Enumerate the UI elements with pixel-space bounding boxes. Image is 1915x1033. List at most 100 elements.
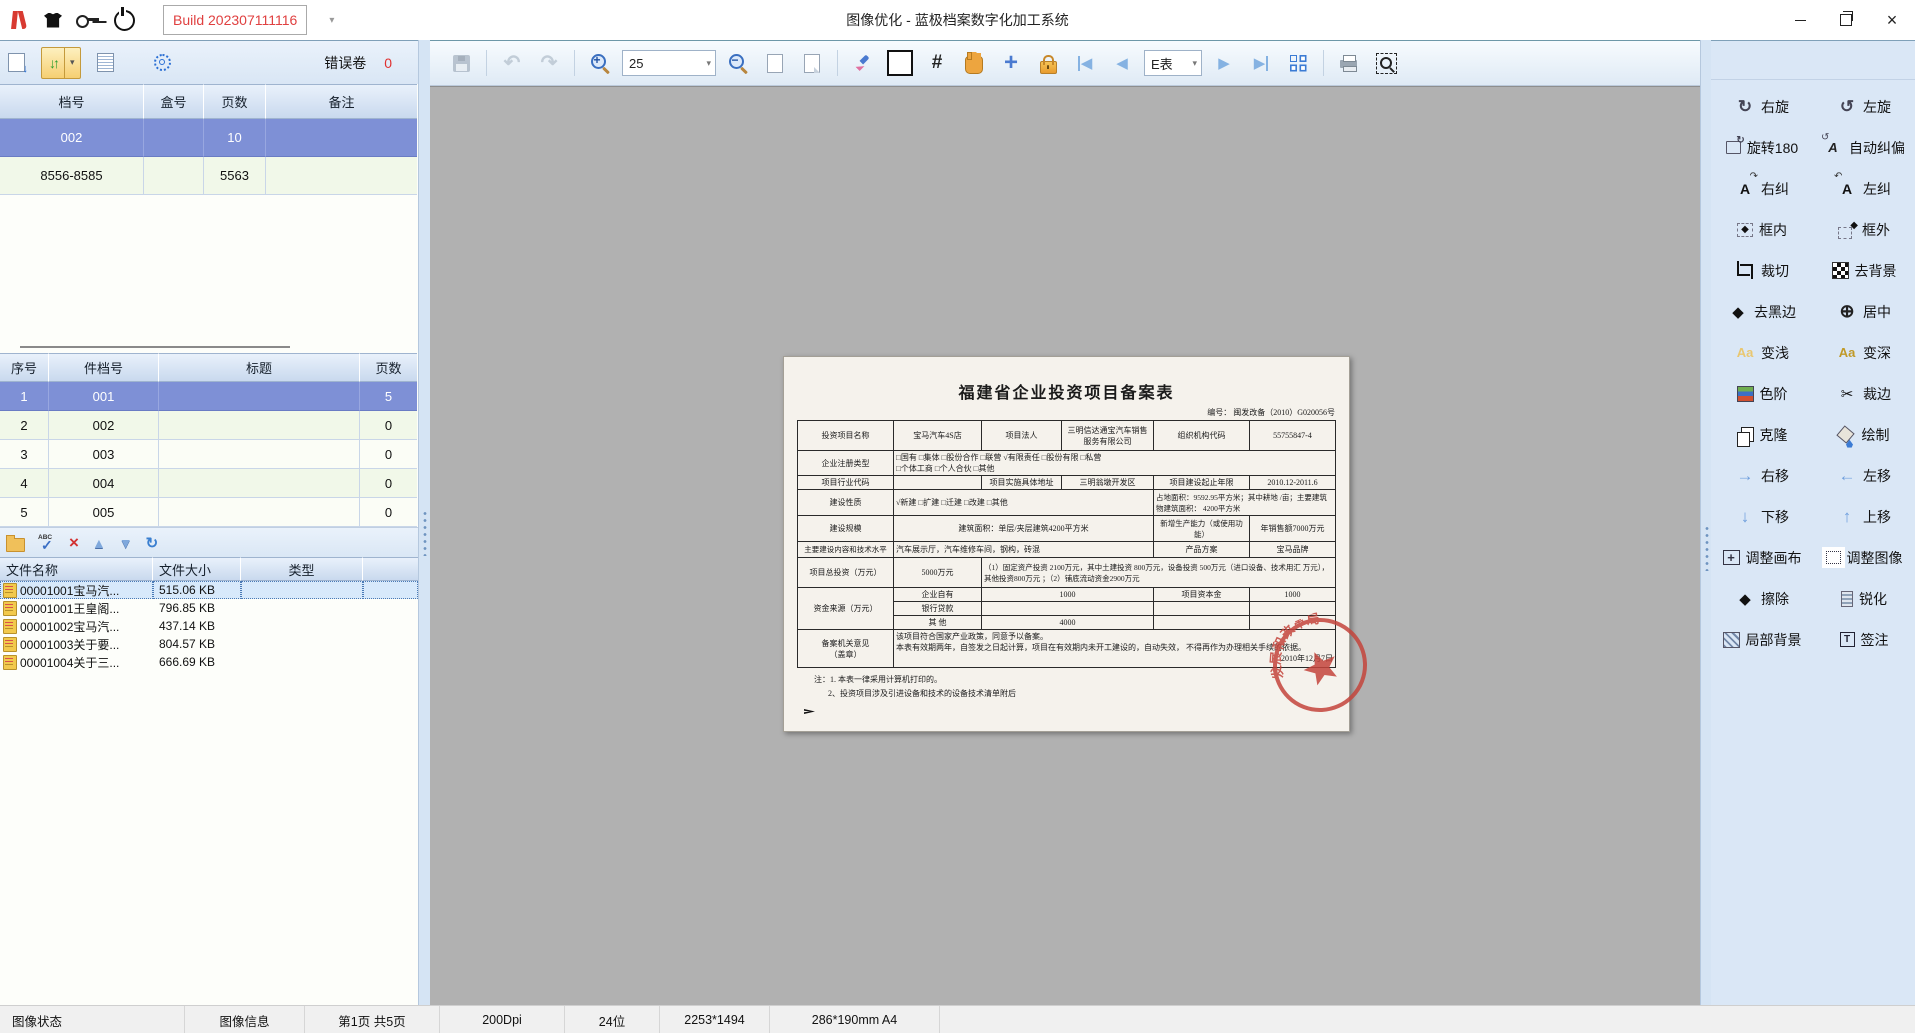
- move-right-button[interactable]: 右移: [1711, 459, 1813, 492]
- page-button[interactable]: [797, 47, 827, 79]
- settings-gear-icon[interactable]: [154, 54, 171, 71]
- new-page-button[interactable]: [760, 47, 790, 79]
- refresh-icon[interactable]: ↻: [146, 534, 159, 552]
- grid-button[interactable]: #: [922, 47, 952, 79]
- column-header[interactable]: 盒号: [144, 84, 204, 119]
- adjust-image-button[interactable]: 调整图像: [1813, 541, 1915, 574]
- move-up-button[interactable]: 上移: [1813, 500, 1915, 533]
- close-button[interactable]: ×: [1869, 0, 1915, 40]
- file-row[interactable]: 00001001王皇阁... 796.85 KB: [0, 599, 418, 617]
- minimize-button[interactable]: [1777, 0, 1823, 40]
- eyedropper-button[interactable]: [848, 47, 878, 79]
- annotate-button[interactable]: 签注: [1813, 623, 1915, 656]
- center-image-button[interactable]: 居中: [1813, 295, 1915, 328]
- verify-abc-icon[interactable]: [38, 534, 56, 552]
- zoom-in-button[interactable]: +: [585, 47, 615, 79]
- auto-deskew-button[interactable]: 自动纠偏: [1813, 131, 1915, 164]
- table-row[interactable]: 002 10: [0, 119, 418, 157]
- file-row[interactable]: 00001004关于三... 666.69 KB: [0, 653, 418, 671]
- remove-background-button[interactable]: 去背景: [1813, 254, 1915, 287]
- scanned-document[interactable]: 福建省企业投资项目备案表 编号： 闽发改备（2010）G020056号 投资项目…: [783, 356, 1350, 732]
- splitter-grip[interactable]: [423, 510, 428, 556]
- print-button[interactable]: [1334, 47, 1364, 79]
- deskew-right-button[interactable]: 右纠: [1711, 172, 1813, 205]
- erase-outside-button[interactable]: 框外: [1813, 213, 1915, 246]
- power-icon[interactable]: [114, 10, 135, 31]
- draw-button[interactable]: 绘制: [1813, 418, 1915, 451]
- remove-black-edge-button[interactable]: 去黑边: [1711, 295, 1813, 328]
- rotate-180-button[interactable]: 旋转180: [1711, 131, 1813, 164]
- zoom-level-select[interactable]: 25 ▾: [622, 50, 716, 76]
- open-folder-icon[interactable]: [6, 538, 25, 552]
- adjust-canvas-button[interactable]: 调整画布: [1711, 541, 1813, 574]
- delete-icon[interactable]: ×: [69, 534, 79, 551]
- deskew-left-button[interactable]: 左纠: [1813, 172, 1915, 205]
- table-row[interactable]: 4 004 0: [0, 469, 418, 498]
- page-type-select[interactable]: E表 ▾: [1144, 50, 1202, 76]
- catalog-list-icon[interactable]: [97, 53, 114, 72]
- lock-button[interactable]: [1033, 47, 1063, 79]
- redo-button[interactable]: ↷: [534, 47, 564, 79]
- chevron-down-icon[interactable]: ▾: [329, 15, 334, 26]
- column-header[interactable]: 标题: [159, 353, 360, 382]
- zoom-region-button[interactable]: [1371, 47, 1401, 79]
- next-page-button[interactable]: ▶: [1209, 47, 1239, 79]
- file-row[interactable]: 00001003关于要... 804.57 KB: [0, 635, 418, 653]
- local-background-button[interactable]: 局部背景: [1711, 623, 1813, 656]
- save-button[interactable]: [446, 47, 476, 79]
- darken-button[interactable]: 变深: [1813, 336, 1915, 369]
- rotate-left-button[interactable]: 左旋: [1813, 90, 1915, 123]
- last-page-button[interactable]: ▶: [1246, 47, 1276, 79]
- panel-splitter-line[interactable]: [20, 346, 290, 348]
- sharpen-button[interactable]: 锐化: [1813, 582, 1915, 615]
- column-header[interactable]: 序号: [0, 353, 49, 382]
- prev-page-button[interactable]: ◀: [1107, 47, 1137, 79]
- shirt-icon[interactable]: [44, 13, 62, 28]
- column-header[interactable]: 类型: [241, 557, 363, 581]
- status-bit-depth: 24位: [565, 1006, 660, 1033]
- column-header[interactable]: 件档号: [49, 353, 159, 382]
- color-levels-button[interactable]: 色阶: [1711, 377, 1813, 410]
- color-swatch[interactable]: [885, 47, 915, 79]
- rotate-right-button[interactable]: 右旋: [1711, 90, 1813, 123]
- undo-button[interactable]: ↶: [497, 47, 527, 79]
- splitter-grip[interactable]: [1704, 525, 1709, 571]
- first-page-button[interactable]: ◀: [1070, 47, 1100, 79]
- next-page-icon: ▶: [1218, 56, 1230, 71]
- clone-button[interactable]: 克隆: [1711, 418, 1813, 451]
- crop-button[interactable]: 裁切: [1711, 254, 1813, 287]
- pan-button[interactable]: [959, 47, 989, 79]
- column-header[interactable]: 页数: [360, 353, 417, 382]
- table-row[interactable]: 8556-8585 5563: [0, 157, 418, 195]
- erase-inside-button[interactable]: 框内: [1711, 213, 1813, 246]
- column-header[interactable]: 备注: [266, 84, 417, 119]
- sort-button[interactable]: ↓↑ ▾: [41, 47, 81, 79]
- move-down-button[interactable]: 下移: [1711, 500, 1813, 533]
- image-canvas[interactable]: 福建省企业投资项目备案表 编号： 闽发改备（2010）G020056号 投资项目…: [430, 86, 1700, 1006]
- move-left-button[interactable]: 左移: [1813, 459, 1915, 492]
- column-header[interactable]: [363, 557, 418, 581]
- table-row[interactable]: 3 003 0: [0, 440, 418, 469]
- move-down-icon[interactable]: ▼: [119, 535, 133, 551]
- export-volume-icon[interactable]: [8, 53, 25, 72]
- table-row[interactable]: 5 005 0: [0, 498, 418, 527]
- key-icon[interactable]: [76, 13, 100, 27]
- column-header[interactable]: 文件大小: [153, 557, 241, 581]
- table-row[interactable]: 1 001 5: [0, 382, 418, 411]
- crosshair-button[interactable]: +: [996, 47, 1026, 79]
- move-up-icon[interactable]: ▲: [92, 535, 106, 551]
- zoom-out-button[interactable]: −: [723, 47, 753, 79]
- column-header[interactable]: 页数: [204, 84, 266, 119]
- file-row[interactable]: 00001001宝马汽... 515.06 KB: [0, 581, 418, 599]
- tile-view-button[interactable]: [1283, 47, 1313, 79]
- trim-edge-button[interactable]: 裁边: [1813, 377, 1915, 410]
- column-header[interactable]: 文件名称: [0, 557, 153, 581]
- column-header[interactable]: 档号: [0, 84, 144, 119]
- table-row[interactable]: 2 002 0: [0, 411, 418, 440]
- sort-dropdown-icon[interactable]: ▾: [64, 48, 80, 78]
- lighten-button[interactable]: 变浅: [1711, 336, 1813, 369]
- restore-button[interactable]: [1823, 0, 1869, 40]
- file-row[interactable]: 00001002宝马汽... 437.14 KB: [0, 617, 418, 635]
- status-dpi: 200Dpi: [440, 1006, 565, 1033]
- erase-button[interactable]: 擦除: [1711, 582, 1813, 615]
